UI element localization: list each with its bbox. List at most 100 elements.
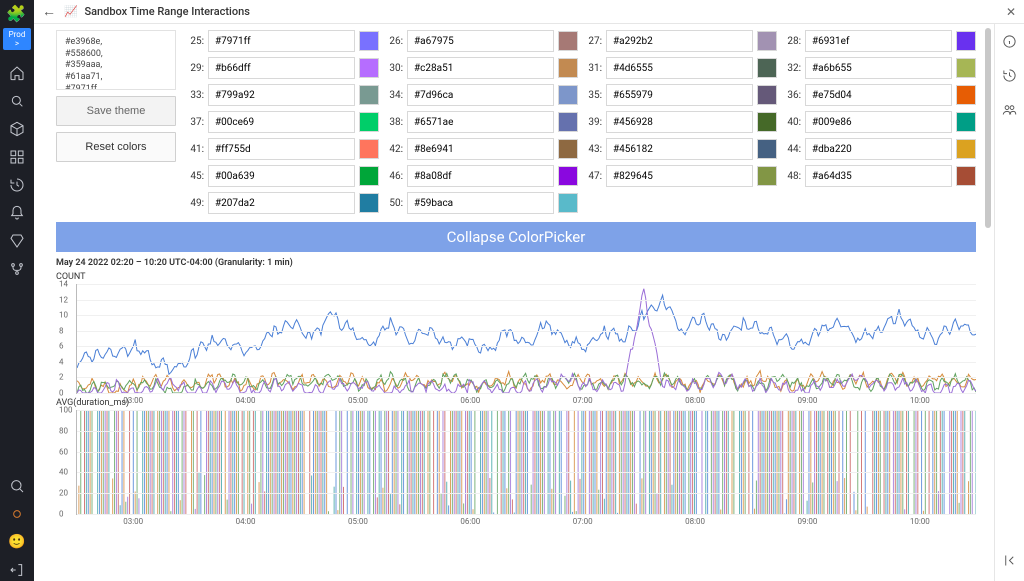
color-hex-input[interactable] — [407, 30, 554, 52]
status-icon[interactable] — [6, 503, 28, 525]
color-swatch[interactable] — [956, 31, 976, 51]
color-swatch[interactable] — [757, 112, 777, 132]
color-hex-input[interactable] — [208, 138, 355, 160]
cube-icon[interactable] — [6, 118, 28, 140]
color-hex-input[interactable] — [606, 84, 753, 106]
color-hex-input[interactable] — [208, 84, 355, 106]
color-cell: 40: — [783, 111, 976, 133]
color-cell: 35: — [584, 84, 777, 106]
color-swatch[interactable] — [956, 58, 976, 78]
color-hex-input[interactable] — [407, 84, 554, 106]
color-swatch[interactable] — [558, 193, 578, 213]
color-hex-input[interactable] — [606, 111, 753, 133]
color-swatch[interactable] — [359, 85, 379, 105]
color-swatch[interactable] — [956, 166, 976, 186]
color-swatch[interactable] — [558, 112, 578, 132]
color-hex-input[interactable] — [805, 111, 952, 133]
color-swatch[interactable] — [359, 166, 379, 186]
page-title: 📈 Sandbox Time Range Interactions — [64, 5, 250, 18]
color-index: 37: — [186, 117, 204, 128]
color-hex-input[interactable] — [407, 57, 554, 79]
save-theme-button[interactable]: Save theme — [56, 96, 176, 126]
collapse-rail-icon[interactable] — [1002, 553, 1017, 571]
color-swatch[interactable] — [757, 85, 777, 105]
color-index: 46: — [385, 171, 403, 182]
color-hex-input[interactable] — [606, 165, 753, 187]
theme-hex-list[interactable]: #e3968e, #558600, #359aaa, #61aa71, #797… — [56, 30, 176, 90]
collapse-colorpicker-button[interactable]: Collapse ColorPicker — [56, 222, 976, 252]
color-swatch[interactable] — [757, 139, 777, 159]
color-hex-input[interactable] — [208, 30, 355, 52]
color-hex-input[interactable] — [606, 138, 753, 160]
color-swatch[interactable] — [558, 139, 578, 159]
color-index: 39: — [584, 117, 602, 128]
color-swatch[interactable] — [956, 139, 976, 159]
color-index: 41: — [186, 144, 204, 155]
color-swatch[interactable] — [558, 58, 578, 78]
color-hex-input[interactable] — [805, 165, 952, 187]
color-swatch[interactable] — [359, 139, 379, 159]
env-badge[interactable]: Prod > — [3, 28, 31, 50]
color-swatch[interactable] — [757, 58, 777, 78]
chart-avg: AVG(duration_ms) 02040608010003:0004:000… — [56, 398, 976, 515]
color-hex-input[interactable] — [208, 57, 355, 79]
color-swatch[interactable] — [359, 193, 379, 213]
logout-icon[interactable] — [6, 559, 28, 581]
color-cell: 48: — [783, 165, 976, 187]
scrollbar[interactable] — [985, 28, 991, 228]
branch-icon[interactable] — [6, 258, 28, 280]
color-hex-input[interactable] — [606, 30, 753, 52]
color-swatch[interactable] — [359, 31, 379, 51]
close-button[interactable]: ✕ — [1006, 5, 1016, 19]
color-hex-input[interactable] — [805, 138, 952, 160]
color-swatch[interactable] — [558, 31, 578, 51]
color-hex-input[interactable] — [208, 165, 355, 187]
color-swatch[interactable] — [956, 112, 976, 132]
color-hex-input[interactable] — [407, 192, 554, 214]
color-index: 29: — [186, 63, 204, 74]
back-button[interactable]: ← — [42, 3, 56, 20]
color-swatch[interactable] — [359, 58, 379, 78]
chart-count: COUNT 0246810121403:0004:0005:0006:0007:… — [56, 272, 976, 394]
explore-icon[interactable] — [6, 90, 28, 112]
color-hex-input[interactable] — [208, 111, 355, 133]
color-index: 28: — [783, 36, 801, 47]
color-swatch[interactable] — [757, 166, 777, 186]
history-icon[interactable] — [6, 174, 28, 196]
avatar[interactable]: 🙂 — [6, 531, 28, 553]
history2-icon[interactable] — [1002, 68, 1017, 86]
home-icon[interactable] — [6, 62, 28, 84]
color-hex-input[interactable] — [805, 57, 952, 79]
search-icon[interactable] — [6, 475, 28, 497]
color-hex-input[interactable] — [208, 192, 355, 214]
color-index: 48: — [783, 171, 801, 182]
chart-icon: 📈 — [64, 5, 78, 18]
color-swatch[interactable] — [558, 85, 578, 105]
chart-avg-title: AVG(duration_ms) — [56, 398, 976, 408]
info-icon[interactable] — [1002, 34, 1017, 52]
bell-icon[interactable] — [6, 202, 28, 224]
color-hex-input[interactable] — [606, 57, 753, 79]
reset-colors-button[interactable]: Reset colors — [56, 132, 176, 162]
color-cell: 34: — [385, 84, 578, 106]
color-hex-input[interactable] — [407, 111, 554, 133]
color-cell: 42: — [385, 138, 578, 160]
members-icon[interactable] — [1002, 102, 1017, 120]
color-hex-input[interactable] — [805, 30, 952, 52]
right-rail — [994, 24, 1024, 581]
color-swatch[interactable] — [956, 85, 976, 105]
color-index: 43: — [584, 144, 602, 155]
color-swatch[interactable] — [359, 112, 379, 132]
color-index: 36: — [783, 90, 801, 101]
color-hex-input[interactable] — [407, 138, 554, 160]
color-index: 25: — [186, 36, 204, 47]
color-hex-input[interactable] — [407, 165, 554, 187]
color-index: 26: — [385, 36, 403, 47]
gem-icon[interactable] — [6, 230, 28, 252]
color-cell: 46: — [385, 165, 578, 187]
color-swatch[interactable] — [757, 31, 777, 51]
grid-icon[interactable] — [6, 146, 28, 168]
color-swatch[interactable] — [558, 166, 578, 186]
color-hex-input[interactable] — [805, 84, 952, 106]
color-cell: 50: — [385, 192, 578, 214]
